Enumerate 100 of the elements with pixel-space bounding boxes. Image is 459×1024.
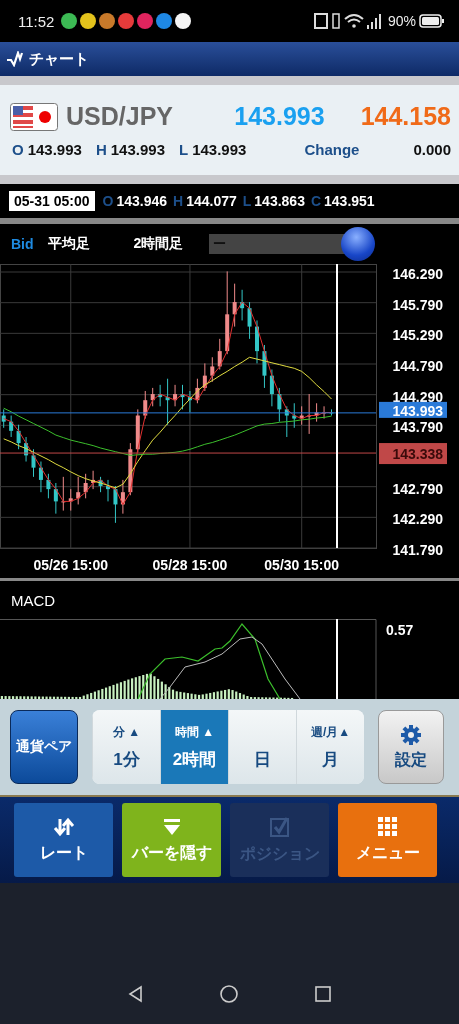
price-type-label: Bid <box>11 236 34 252</box>
candlestick <box>61 476 66 512</box>
slider-thumb[interactable] <box>341 227 376 261</box>
candlestick <box>91 470 96 490</box>
candlestick <box>68 488 73 512</box>
bid-price: 143.993 <box>234 102 325 131</box>
chart-line-icon <box>6 51 26 67</box>
candlestick <box>269 369 274 407</box>
y-axis-label: 141.790 <box>392 542 443 558</box>
x-axis-label: 05/26 15:00 <box>33 557 109 573</box>
recents-icon[interactable] <box>313 985 332 1003</box>
candlestick <box>16 424 21 450</box>
candlestick <box>292 402 297 429</box>
period-tab[interactable]: 日 <box>228 710 296 784</box>
ohlc-label: H <box>173 193 184 209</box>
candlestick <box>76 476 81 505</box>
candle-type-label: 平均足 <box>47 235 90 253</box>
candlestick <box>120 479 125 515</box>
price-tag: 143.993 <box>379 401 447 419</box>
candlestick <box>240 289 245 321</box>
candlestick <box>277 387 282 423</box>
screen-title: チャート <box>29 49 89 69</box>
period-tab[interactable]: 時間 ▲ 2時間 <box>160 710 228 784</box>
candlestick <box>31 448 36 478</box>
ohlc-value: 144.077 <box>186 193 237 209</box>
battery-percent: 90% <box>387 13 416 29</box>
signal-icon <box>366 13 382 29</box>
app-notification-icon <box>175 13 192 29</box>
candlestick <box>247 301 252 340</box>
checkbox-icon <box>268 815 291 838</box>
status-time: 11:52 <box>18 12 55 30</box>
change-label: Change <box>304 141 360 158</box>
timeframe-label: 2時間足 <box>133 235 184 253</box>
price-tag: 143.338 <box>379 443 447 465</box>
candlestick <box>299 405 304 426</box>
app-notification-icon <box>99 13 116 29</box>
candlestick <box>210 356 215 383</box>
indicator-title: MACD <box>10 590 57 611</box>
app-notification-icon <box>137 13 154 29</box>
ref-line-label: 143.338 <box>392 446 444 463</box>
candlestick <box>143 390 148 420</box>
ref-line-label: 143.993 <box>392 402 444 419</box>
candlestick <box>195 378 200 404</box>
app-notification-icon <box>118 13 135 29</box>
y-axis-label: 142.790 <box>392 480 443 497</box>
candlestick <box>53 482 58 515</box>
settings-button[interactable]: 設定 <box>378 710 444 784</box>
up-down-arrows-icon <box>52 816 75 837</box>
candlestick <box>24 436 29 462</box>
ohlc-value: 143.863 <box>254 193 305 209</box>
nav-button[interactable]: レート <box>14 803 113 877</box>
stat-value: 143.993 <box>110 141 165 158</box>
candlestick <box>150 387 155 407</box>
x-axis-label: 05/30 15:00 <box>264 557 340 573</box>
app-notification-icon <box>156 13 173 29</box>
battery-icon <box>419 14 445 28</box>
candlestick <box>329 408 334 416</box>
currency-pair: USD/JPY <box>66 102 173 131</box>
candlestick <box>128 442 133 496</box>
candlestick <box>98 476 103 493</box>
candlestick <box>255 319 259 364</box>
y-axis-label: 145.790 <box>392 296 443 313</box>
candlestick <box>46 473 51 499</box>
stat-value: 143.993 <box>27 141 82 158</box>
grid-icon <box>377 816 398 837</box>
y-axis-label: 145.290 <box>392 327 443 344</box>
flag-icon <box>10 102 58 131</box>
ohlc-label: L <box>242 193 252 209</box>
currency-pair-button[interactable]: 通貨ペア <box>10 710 78 784</box>
candlestick <box>187 390 192 413</box>
candlestick <box>83 473 88 499</box>
ask-price: 144.158 <box>360 102 451 131</box>
app-notification-icon <box>61 13 78 29</box>
stat-label: H <box>95 141 107 158</box>
candlestick <box>202 362 207 392</box>
candlestick <box>322 405 327 420</box>
stat-value: 143.993 <box>192 141 247 158</box>
nav-button[interactable]: メニュー <box>338 803 437 877</box>
period-tab[interactable]: 週/月▲ 月 <box>296 710 364 784</box>
period-tab[interactable]: 分 ▲ 1分 <box>92 710 160 784</box>
candlestick <box>232 283 237 328</box>
home-icon[interactable] <box>219 984 240 1004</box>
candle-datetime: 05-31 05:00 <box>9 191 95 211</box>
candlestick <box>9 415 14 438</box>
ohlc-label: O <box>102 193 114 209</box>
change-value: 0.000 <box>413 141 451 158</box>
candlestick <box>262 344 267 389</box>
candlestick <box>173 384 178 407</box>
ohlc-label: C <box>310 193 322 209</box>
candlestick <box>217 338 222 370</box>
candlestick <box>38 461 43 493</box>
y-axis-label: 142.290 <box>392 511 443 528</box>
candlestick <box>284 405 289 438</box>
candlestick <box>307 393 312 435</box>
wifi-icon <box>343 13 364 29</box>
y-axis-label: 143.790 <box>392 419 443 436</box>
candlestick <box>113 485 118 524</box>
settings-icon <box>400 723 422 746</box>
stat-label: L <box>179 141 189 158</box>
x-axis-label: 05/28 15:00 <box>152 557 228 573</box>
